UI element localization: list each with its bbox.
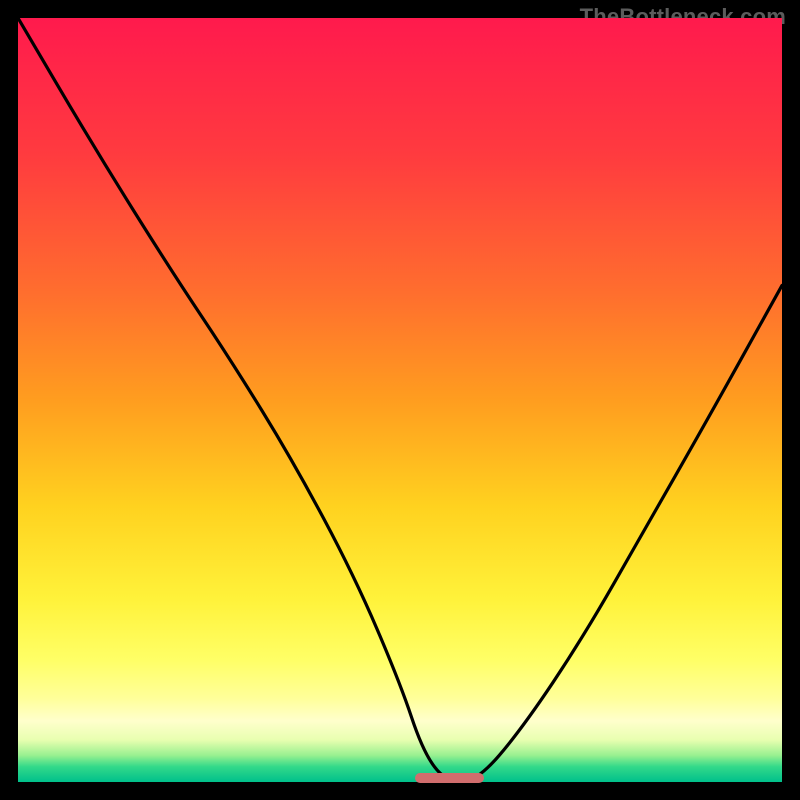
- chart-frame: TheBottleneck.com: [0, 0, 800, 800]
- plot-area: [18, 18, 782, 782]
- bottleneck-curve: [18, 18, 782, 782]
- optimal-range-bar: [415, 773, 484, 783]
